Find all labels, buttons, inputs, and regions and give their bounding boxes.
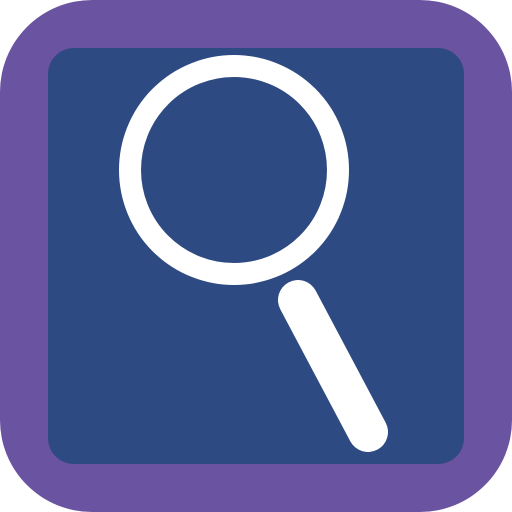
search-app-icon[interactable] xyxy=(0,0,512,512)
magnifier-handle xyxy=(285,287,381,445)
magnifier-lens xyxy=(119,55,349,285)
search-icon xyxy=(119,55,388,452)
icon-canvas xyxy=(0,0,512,512)
